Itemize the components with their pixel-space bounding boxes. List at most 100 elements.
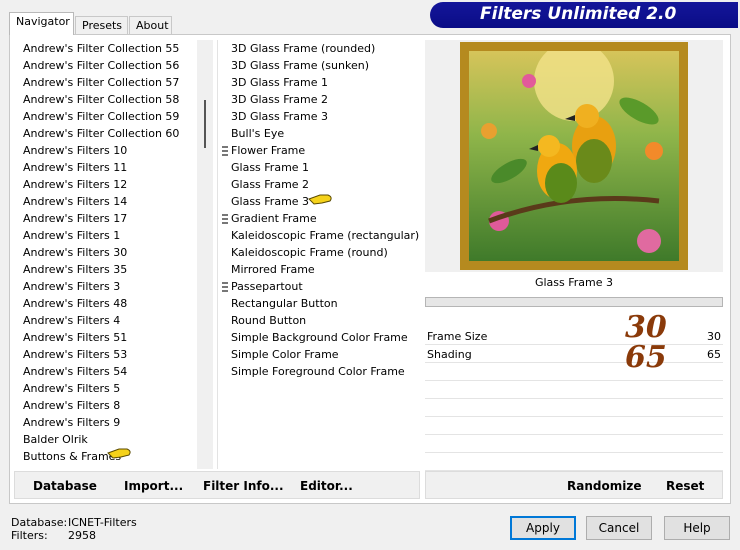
- filter-item[interactable]: Simple Foreground Color Frame: [221, 363, 419, 380]
- category-item[interactable]: Andrew's Filter Collection 59: [15, 108, 211, 125]
- filter-item[interactable]: Simple Color Frame: [221, 346, 419, 363]
- category-item[interactable]: Andrew's Filters 35: [15, 261, 211, 278]
- param-label: Frame Size: [427, 330, 488, 343]
- app-title-banner: Filters Unlimited 2.0: [430, 2, 738, 28]
- category-item[interactable]: Andrew's Filter Collection 56: [15, 57, 211, 74]
- filter-item[interactable]: Mirrored Frame: [221, 261, 419, 278]
- filter-item[interactable]: 3D Glass Frame 3: [221, 108, 419, 125]
- filter-label: Passepartout: [231, 280, 303, 293]
- right-toolbar: Randomize Reset: [425, 471, 723, 499]
- category-item[interactable]: Andrew's Filter Collection 57: [15, 74, 211, 91]
- category-item[interactable]: Andrew's Filters 10: [15, 142, 211, 159]
- param-row-shading[interactable]: Shading 65: [425, 346, 723, 363]
- category-item[interactable]: Andrew's Filter Collection 60: [15, 125, 211, 142]
- filter-item[interactable]: Rectangular Button: [221, 295, 419, 312]
- filter-group-item[interactable]: Flower Frame: [221, 142, 419, 159]
- category-item[interactable]: Andrew's Filters 4: [15, 312, 211, 329]
- database-button[interactable]: Database: [33, 479, 97, 493]
- cancel-button[interactable]: Cancel: [586, 516, 652, 540]
- category-item[interactable]: Andrew's Filters 3: [15, 278, 211, 295]
- tab-presets[interactable]: Presets: [75, 16, 128, 35]
- filter-label: Flower Frame: [231, 144, 306, 157]
- filter-group-item[interactable]: Passepartout: [221, 278, 419, 295]
- filter-label: 3D Glass Frame 3: [231, 110, 329, 123]
- param-row-empty: [425, 382, 723, 399]
- filter-item[interactable]: Kaleidoscopic Frame (round): [221, 244, 419, 261]
- filter-info-button[interactable]: Filter Info...: [203, 479, 284, 493]
- filter-label: Mirrored Frame: [231, 263, 315, 276]
- database-value: ICNET-Filters: [68, 516, 137, 529]
- birds-illustration: [481, 51, 663, 253]
- status-area: Database:ICNET-Filters Filters: 2958: [11, 516, 137, 542]
- editor-button[interactable]: Editor...: [300, 479, 353, 493]
- param-row-frame-size[interactable]: Frame Size 30: [425, 328, 723, 345]
- filter-item[interactable]: Round Button: [221, 312, 419, 329]
- filter-label: 3D Glass Frame (rounded): [231, 42, 376, 55]
- reset-button[interactable]: Reset: [666, 479, 704, 493]
- filter-label: Glass Frame 2: [231, 178, 310, 191]
- filter-item[interactable]: Simple Background Color Frame: [221, 329, 419, 346]
- filter-list[interactable]: 3D Glass Frame (rounded) 3D Glass Frame (…: [221, 40, 419, 469]
- param-label: Shading: [427, 348, 472, 361]
- category-item[interactable]: Andrew's Filters 8: [15, 397, 211, 414]
- param-row-empty: [425, 364, 723, 381]
- category-scrollbar[interactable]: [197, 40, 213, 469]
- category-item[interactable]: Andrew's Filters 48: [15, 295, 211, 312]
- filter-label: Rectangular Button: [231, 297, 338, 310]
- filter-label: Glass Frame 3: [231, 195, 310, 208]
- selected-filter-name: Glass Frame 3: [534, 276, 614, 289]
- category-item[interactable]: Andrew's Filter Collection 55: [15, 40, 211, 57]
- category-item[interactable]: Andrew's Filters 14: [15, 193, 211, 210]
- category-item[interactable]: Andrew's Filters 11: [15, 159, 211, 176]
- group-marker-icon: [222, 146, 228, 156]
- category-item[interactable]: Andrew's Filter Collection 58: [15, 91, 211, 108]
- category-item[interactable]: Andrew's Filters 12: [15, 176, 211, 193]
- help-button[interactable]: Help: [664, 516, 730, 540]
- category-item[interactable]: Andrew's Filters 53: [15, 346, 211, 363]
- category-item[interactable]: Andrew's Filters 17: [15, 210, 211, 227]
- pointing-hand-icon: [107, 448, 131, 459]
- list-divider: [217, 40, 218, 469]
- filter-label: Simple Foreground Color Frame: [231, 365, 405, 378]
- filter-item[interactable]: 3D Glass Frame 2: [221, 91, 419, 108]
- group-marker-icon: [222, 282, 228, 292]
- filter-item[interactable]: 3D Glass Frame (rounded): [221, 40, 419, 57]
- import-button[interactable]: Import...: [124, 479, 183, 493]
- tab-about[interactable]: About: [129, 16, 172, 35]
- category-list[interactable]: Andrew's Filter Collection 55 Andrew's Fi…: [15, 40, 211, 469]
- filter-label: 3D Glass Frame (sunken): [231, 59, 369, 72]
- filter-label: Bull's Eye: [231, 127, 285, 140]
- filter-label: Kaleidoscopic Frame (round): [231, 246, 388, 259]
- scrollbar-thumb[interactable]: [204, 100, 206, 148]
- preview-image: [460, 42, 688, 270]
- filter-item[interactable]: 3D Glass Frame 1: [221, 74, 419, 91]
- category-item[interactable]: Andrew's Filters 54: [15, 363, 211, 380]
- category-item[interactable]: Andrew's Filters 1: [15, 227, 211, 244]
- app-title: Filters Unlimited 2.0: [480, 4, 677, 24]
- progress-bar: [425, 297, 723, 307]
- filter-item[interactable]: Kaleidoscopic Frame (rectangular): [221, 227, 419, 244]
- filter-label: Gradient Frame: [231, 212, 317, 225]
- tab-navigator[interactable]: Navigator: [9, 12, 74, 35]
- filter-settings-pane: Glass Frame 3 Frame Size 30 Shading 65 3…: [425, 40, 723, 471]
- filter-label: Kaleidoscopic Frame (rectangular): [231, 229, 419, 242]
- category-item[interactable]: Color Filters: [15, 465, 211, 469]
- filter-item[interactable]: 3D Glass Frame (sunken): [221, 57, 419, 74]
- category-item[interactable]: Andrew's Filters 30: [15, 244, 211, 261]
- filter-item[interactable]: Bull's Eye: [221, 125, 419, 142]
- preview-area: [425, 40, 723, 272]
- filter-item[interactable]: Glass Frame 1: [221, 159, 419, 176]
- apply-button[interactable]: Apply: [510, 516, 576, 540]
- param-value[interactable]: 30: [707, 330, 721, 343]
- filter-label: Glass Frame 1: [231, 161, 310, 174]
- category-item[interactable]: Andrew's Filters 51: [15, 329, 211, 346]
- annotation-shading: 65: [625, 340, 667, 375]
- filter-label: Simple Background Color Frame: [231, 331, 408, 344]
- filter-group-item[interactable]: Gradient Frame: [221, 210, 419, 227]
- param-row-empty: [425, 418, 723, 435]
- category-item[interactable]: Andrew's Filters 5: [15, 380, 211, 397]
- param-value[interactable]: 65: [707, 348, 721, 361]
- filter-label: 3D Glass Frame 1: [231, 76, 329, 89]
- category-item[interactable]: Andrew's Filters 9: [15, 414, 211, 431]
- randomize-button[interactable]: Randomize: [567, 479, 641, 493]
